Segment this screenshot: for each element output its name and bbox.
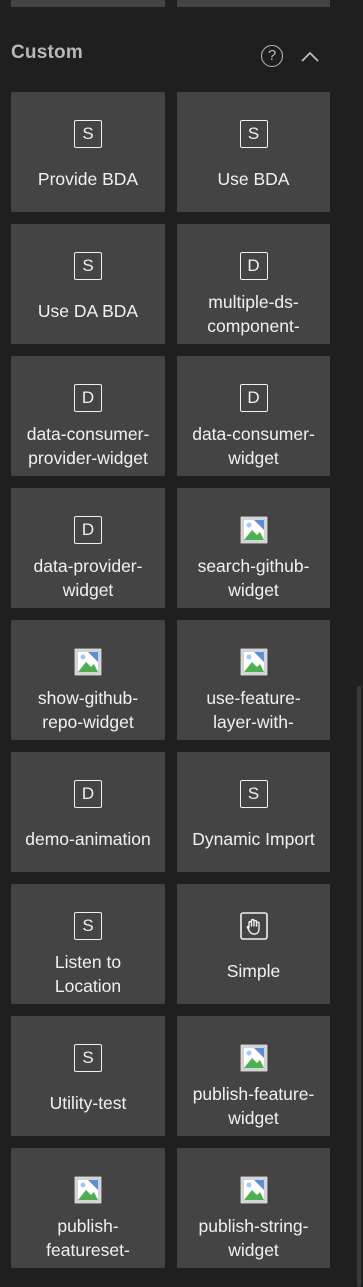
widget-tile[interactable]: Ddata-consumer- widget: [177, 356, 330, 476]
widget-label: Provide BDA: [37, 169, 139, 189]
widget-type-d-icon: D: [74, 780, 102, 808]
widget-tile[interactable]: S Provide BDA: [11, 92, 165, 212]
widget-type-s-icon: S: [239, 120, 268, 148]
widget-label: Simple: [226, 961, 281, 981]
widget-tile-partial[interactable]: [177, 0, 330, 7]
widget-tile[interactable]: S Dynamic Import: [177, 752, 330, 872]
widget-tile[interactable]: Ddata-consumer- provider-widget: [11, 356, 165, 476]
widget-tile[interactable]: Simple: [177, 884, 330, 1004]
widget-tile[interactable]: search-github- widget: [177, 488, 330, 608]
widget-label: show-github- repo-widget: [37, 688, 139, 732]
widget-label: Use DA BDA: [37, 301, 139, 321]
widget-tile[interactable]: S Listen to Location: [11, 884, 165, 1004]
widget-label: publish-string- widget: [198, 1216, 309, 1260]
widget-label: Listen to Location: [54, 952, 122, 996]
widget-tile[interactable]: publish- featureset-: [11, 1148, 165, 1268]
image-icon: [74, 648, 102, 676]
widget-tile[interactable]: use-feature- layer-with-: [177, 620, 330, 740]
widget-label: data-consumer- widget: [192, 424, 315, 468]
widget-tile[interactable]: publish-feature- widget: [177, 1016, 330, 1136]
widget-type-s-icon: S: [74, 912, 102, 940]
widget-label: publish-feature- widget: [192, 1084, 315, 1128]
widget-tile[interactable]: S Utility-test: [11, 1016, 165, 1136]
widget-tile[interactable]: Ddemo-animation: [11, 752, 165, 872]
scrollbar[interactable]: [357, 686, 361, 1287]
widget-type-s-icon: S: [74, 252, 102, 280]
image-icon: [240, 648, 268, 676]
custom-section-header: Custom ?: [0, 35, 340, 71]
help-icon[interactable]: ?: [261, 45, 283, 67]
widget-label: Utility-test: [49, 1093, 127, 1113]
widget-label: data-provider- widget: [33, 556, 143, 600]
image-icon: [240, 516, 268, 544]
widget-tile[interactable]: publish-string- widget: [177, 1148, 330, 1268]
widget-label: demo-animation: [25, 829, 151, 849]
widget-label: publish- featureset-: [46, 1216, 130, 1260]
section-title: Custom: [11, 42, 83, 63]
widget-label: Dynamic Import: [192, 829, 315, 849]
widget-type-d-icon: D: [74, 384, 102, 412]
widget-type-s-icon: S: [239, 780, 268, 808]
widget-label: Use BDA: [217, 169, 290, 189]
widget-tile[interactable]: Dmultiple-ds- component-: [177, 224, 330, 344]
widget-tile[interactable]: S Use BDA: [177, 92, 330, 212]
widget-label: multiple-ds- component-: [207, 292, 300, 336]
image-icon: [240, 1176, 268, 1204]
widget-grid: S Provide BDA S Use BDA S Use DA BDA Dmultiple…: [11, 92, 331, 1268]
widget-tile[interactable]: S Use DA BDA: [11, 224, 165, 344]
widget-type-s-icon: S: [74, 1044, 102, 1072]
widget-tile-partial[interactable]: [11, 0, 165, 7]
widget-label: data-consumer- provider-widget: [26, 424, 150, 468]
widget-panel: Custom ? S Provide BDA S Use BDA S Use DA BDA…: [0, 0, 363, 1287]
chevron-up-icon[interactable]: [299, 49, 321, 65]
widget-tile[interactable]: show-github- repo-widget: [11, 620, 165, 740]
image-icon: [74, 1176, 102, 1204]
widget-type-d-icon: D: [74, 516, 102, 544]
widget-tile[interactable]: Ddata-provider- widget: [11, 488, 165, 608]
image-icon: [240, 1044, 268, 1072]
hand-icon: [239, 912, 268, 940]
widget-label: use-feature- layer-with-: [206, 688, 301, 732]
widget-type-d-icon: D: [239, 252, 268, 280]
widget-type-s-icon: S: [74, 120, 102, 148]
widget-label: search-github- widget: [197, 556, 310, 600]
widget-type-d-icon: D: [239, 384, 268, 412]
